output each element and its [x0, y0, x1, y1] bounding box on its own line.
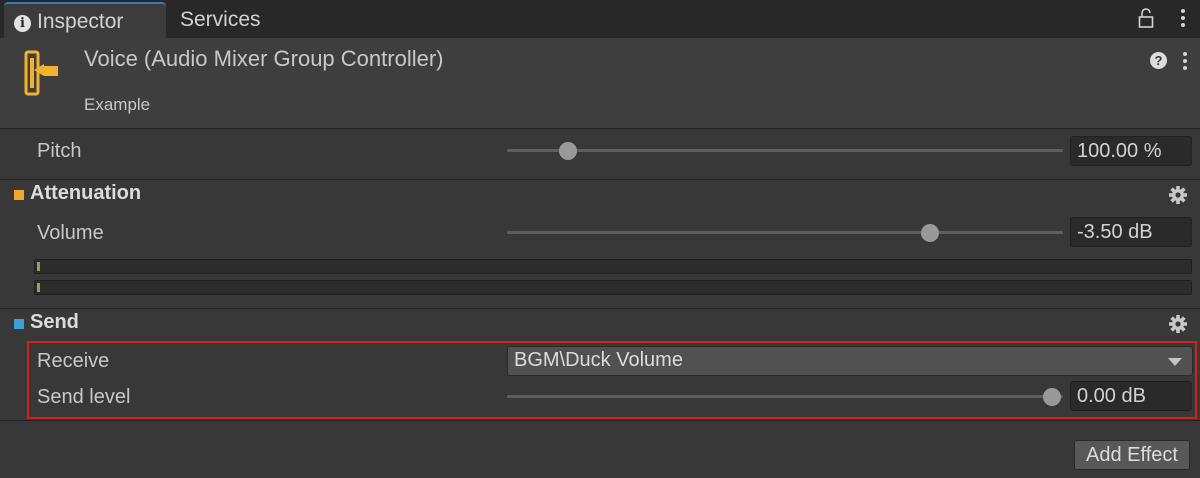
- component-subtitle: Example: [84, 95, 151, 114]
- audio-mixer-group-icon: [24, 50, 58, 96]
- info-icon: i: [14, 15, 31, 32]
- tab-bar: i Inspector Services: [0, 0, 1200, 38]
- pitch-value-field[interactable]: 100.00 %: [1070, 136, 1192, 166]
- send-level-value-field[interactable]: 0.00 dB: [1070, 381, 1192, 411]
- send-section-header[interactable]: Send: [0, 308, 1200, 340]
- add-effect-button[interactable]: Add Effect: [1074, 440, 1190, 470]
- component-menu-kebab-icon[interactable]: [1182, 50, 1188, 72]
- tab-inspector-label: Inspector: [37, 10, 124, 33]
- divider: [0, 420, 1200, 421]
- volume-value-field[interactable]: -3.50 dB: [1070, 217, 1192, 247]
- tab-services[interactable]: Services: [180, 2, 290, 38]
- receive-label: Receive: [37, 350, 110, 372]
- help-icon[interactable]: ?: [1150, 52, 1167, 69]
- receive-dropdown[interactable]: BGM\Duck Volume: [507, 346, 1193, 376]
- level-meter-right: [34, 280, 1192, 295]
- attenuation-color-swatch: [14, 190, 24, 200]
- level-meter-left-fill: [37, 262, 40, 271]
- pitch-slider-thumb[interactable]: [559, 142, 578, 160]
- attenuation-title: Attenuation: [30, 182, 142, 204]
- send-gear-icon[interactable]: [1168, 314, 1188, 334]
- send-level-label: Send level: [37, 386, 131, 408]
- tab-services-label: Services: [180, 8, 261, 31]
- dropdown-arrow-icon: [1168, 358, 1182, 366]
- volume-slider-thumb[interactable]: [920, 224, 939, 242]
- send-level-slider[interactable]: [507, 395, 1063, 398]
- level-meter-right-fill: [37, 283, 40, 292]
- level-meter-left: [34, 259, 1192, 274]
- receive-dropdown-value: BGM\Duck Volume: [514, 349, 683, 371]
- volume-label: Volume: [37, 222, 104, 244]
- tab-menu-kebab-icon[interactable]: [1180, 6, 1186, 30]
- volume-slider[interactable]: [507, 231, 1063, 234]
- tab-inspector[interactable]: i Inspector: [4, 2, 166, 38]
- pitch-slider[interactable]: [507, 149, 1063, 152]
- attenuation-gear-icon[interactable]: [1168, 185, 1188, 205]
- send-title: Send: [30, 311, 79, 333]
- component-title: Voice (Audio Mixer Group Controller): [84, 46, 444, 71]
- component-header: Voice (Audio Mixer Group Controller) Exa…: [0, 38, 1200, 129]
- send-color-swatch: [14, 319, 24, 329]
- attenuation-section-header[interactable]: Attenuation: [0, 179, 1200, 211]
- pitch-label: Pitch: [37, 140, 82, 162]
- send-level-slider-thumb[interactable]: [1042, 388, 1061, 406]
- lock-icon[interactable]: [1138, 8, 1154, 28]
